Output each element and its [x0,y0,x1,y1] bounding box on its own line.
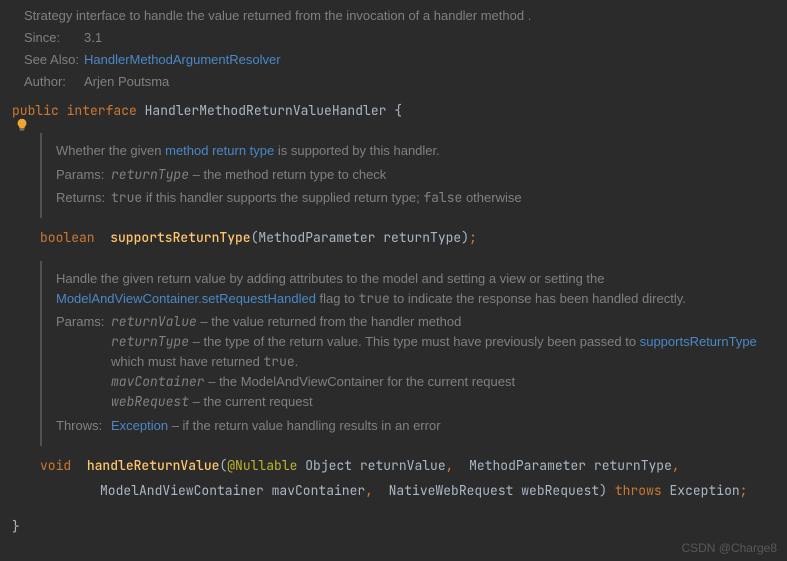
method-return-type-link[interactable]: method return type [165,143,274,158]
close-brace[interactable]: } [0,515,787,540]
method1-signature[interactable]: boolean supportsReturnType(MethodParamet… [0,226,787,251]
since-label: Since: [24,28,84,48]
setrequesthandled-link[interactable]: ModelAndViewContainer.setRequestHandled [56,291,316,306]
interface-declaration[interactable]: public interface HandlerMethodReturnValu… [0,99,787,124]
supportsreturntype-link[interactable]: supportsReturnType [640,334,757,349]
class-javadoc: Strategy interface to handle the value r… [0,0,787,99]
throws-label: Throws: [56,416,111,436]
type-name: HandlerMethodReturnValueHandler [145,102,387,119]
author-label: Author: [24,72,84,92]
method1-javadoc: Whether the given method return type is … [40,133,787,217]
method2-signature-line2[interactable]: ModelAndViewContainer mavContainer, Nati… [0,479,787,504]
method2-signature-line1[interactable]: void handleReturnValue(@Nullable Object … [0,454,787,479]
lightbulb-icon[interactable] [15,118,29,132]
watermark: CSDN @Charge8 [681,541,777,555]
since-value: 3.1 [84,28,102,48]
returns-label: Returns: [56,188,111,208]
exception-link[interactable]: Exception [111,418,168,433]
class-summary: Strategy interface to handle the value r… [24,6,777,26]
author-value: Arjen Poutsma [84,72,169,92]
nullable-annotation: @Nullable [227,457,297,474]
params-label: Params: [56,312,111,413]
params-label: Params: [56,165,111,185]
seealso-link[interactable]: HandlerMethodArgumentResolver [84,50,281,70]
param-name: returnType [111,166,189,183]
method2-javadoc: Handle the given return value by adding … [40,261,787,446]
seealso-label: See Also: [24,50,84,70]
